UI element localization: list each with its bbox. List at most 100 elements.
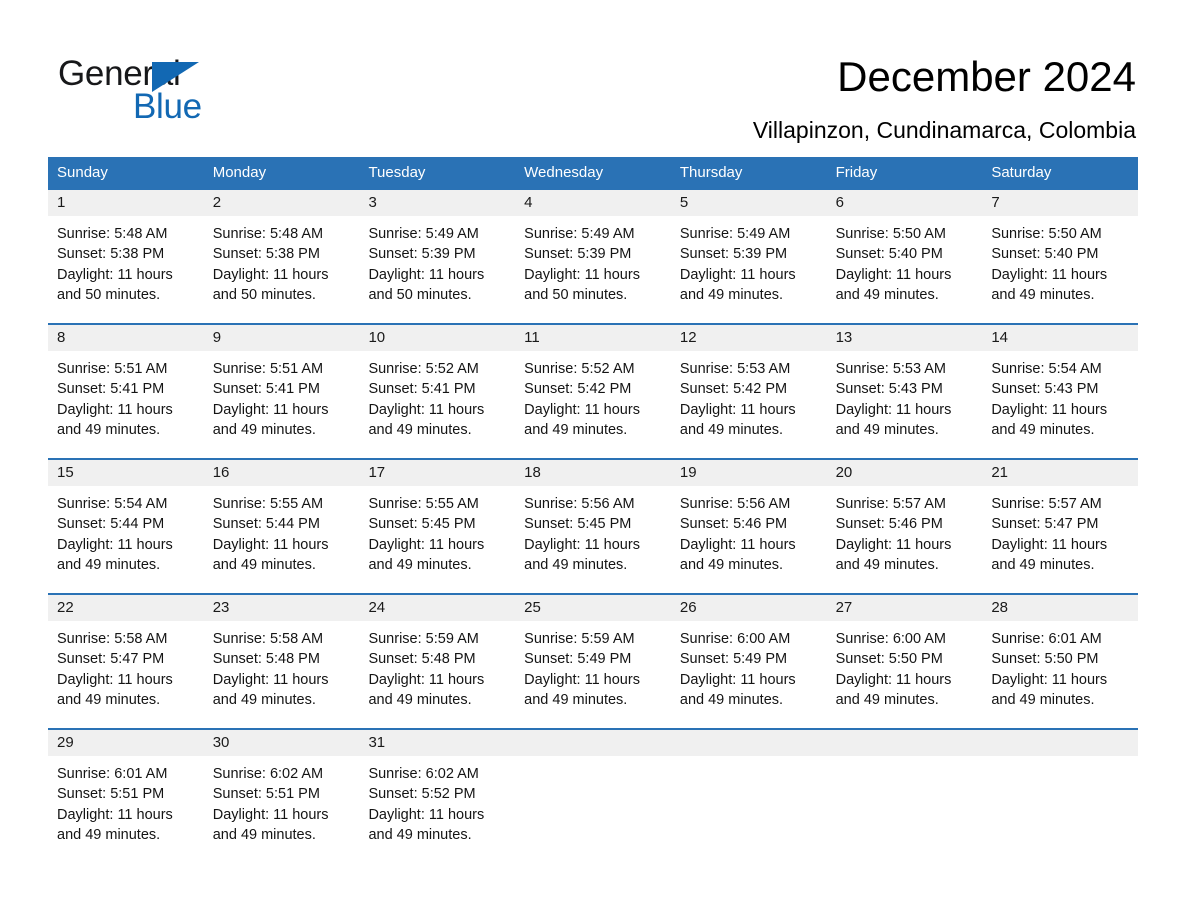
sunrise-text: Sunrise: 6:01 AM — [57, 766, 168, 782]
daylight-text-line1: Daylight: 11 hours — [57, 401, 173, 418]
day-cell[interactable]: 26 Sunrise: 6:00 AM Sunset: 5:49 PM Dayl… — [670, 595, 827, 728]
day-cell[interactable]: 29 Sunrise: 6:01 AM Sunset: 5:51 PM Dayl… — [48, 730, 204, 863]
daylight-text-line2: and 49 minutes. — [57, 691, 161, 708]
daylight-text-line2: and 49 minutes. — [368, 691, 472, 708]
day-cell[interactable]: 16 Sunrise: 5:55 AM Sunset: 5:44 PM Dayl… — [203, 460, 360, 593]
day-cell[interactable]: 30 Sunrise: 6:02 AM Sunset: 5:51 PM Dayl… — [203, 730, 360, 863]
day-cell[interactable]: 25 Sunrise: 5:59 AM Sunset: 5:49 PM Dayl… — [515, 595, 671, 728]
daylight-text-line1: Daylight: 11 hours — [368, 536, 485, 553]
day-cell[interactable]: 6 Sunrise: 5:50 AM Sunset: 5:40 PM Dayli… — [826, 190, 983, 323]
daylight-text-line2: and 49 minutes. — [368, 421, 472, 438]
day-cell-empty — [515, 730, 671, 863]
day-cell[interactable]: 31 Sunrise: 6:02 AM Sunset: 5:52 PM Dayl… — [359, 730, 516, 863]
sunset-text: Sunset: 5:49 PM — [524, 651, 632, 668]
day-cell[interactable]: 2 Sunrise: 5:48 AM Sunset: 5:38 PM Dayli… — [203, 190, 360, 323]
day-number-bar: 25 — [515, 595, 671, 621]
day-cell[interactable]: 8 Sunrise: 5:51 AM Sunset: 5:41 PM Dayli… — [48, 325, 204, 458]
sunrise-text: Sunrise: 5:53 AM — [835, 361, 947, 377]
sunset-text: Sunset: 5:51 PM — [212, 786, 320, 803]
day-details: Sunrise: 6:02 AM Sunset: 5:51 PM Dayligh… — [204, 756, 360, 845]
sunset-text: Sunset: 5:47 PM — [57, 651, 165, 668]
day-cell[interactable]: 27 Sunrise: 6:00 AM Sunset: 5:50 PM Dayl… — [826, 595, 983, 728]
weekday-header-sunday: Sunday — [57, 164, 108, 181]
day-cell[interactable]: 7 Sunrise: 5:50 AM Sunset: 5:40 PM Dayli… — [982, 190, 1139, 323]
daylight-text-line1: Daylight: 11 hours — [57, 671, 173, 688]
general-blue-logo: General Blue — [58, 54, 318, 126]
day-cell[interactable]: 14 Sunrise: 5:54 AM Sunset: 5:43 PM Dayl… — [982, 325, 1139, 458]
day-number: 11 — [524, 329, 540, 346]
sunset-text: Sunset: 5:45 PM — [368, 516, 476, 533]
daylight-text-line1: Daylight: 11 hours — [212, 806, 329, 823]
day-cell[interactable]: 15 Sunrise: 5:54 AM Sunset: 5:44 PM Dayl… — [48, 460, 204, 593]
day-cell[interactable]: 19 Sunrise: 5:56 AM Sunset: 5:46 PM Dayl… — [670, 460, 827, 593]
sunset-text: Sunset: 5:50 PM — [835, 651, 943, 668]
daylight-text-line1: Daylight: 11 hours — [57, 806, 173, 823]
sunrise-text: Sunrise: 5:59 AM — [368, 631, 479, 647]
day-number: 3 — [368, 194, 377, 211]
daylight-text-line1: Daylight: 11 hours — [212, 266, 329, 283]
day-number-bar: 9 — [203, 325, 360, 351]
week-row: 29 Sunrise: 6:01 AM Sunset: 5:51 PM Dayl… — [48, 728, 1139, 863]
day-number-bar: 10 — [359, 325, 516, 351]
day-cell[interactable]: 23 Sunrise: 5:58 AM Sunset: 5:48 PM Dayl… — [203, 595, 360, 728]
daylight-text-line2: and 49 minutes. — [524, 556, 628, 573]
daylight-text-line1: Daylight: 11 hours — [212, 671, 329, 688]
day-number: 28 — [991, 599, 1008, 616]
sunset-text: Sunset: 5:49 PM — [679, 651, 788, 668]
day-details: Sunrise: 5:59 AM Sunset: 5:48 PM Dayligh… — [359, 621, 515, 710]
day-cell[interactable]: 5 Sunrise: 5:49 AM Sunset: 5:39 PM Dayli… — [670, 190, 827, 323]
sunrise-text: Sunrise: 6:00 AM — [835, 631, 947, 647]
day-number-bar: 18 — [515, 460, 671, 486]
daylight-text-line1: Daylight: 11 hours — [368, 806, 485, 823]
sunset-text: Sunset: 5:39 PM — [524, 246, 632, 263]
daylight-text-line2: and 49 minutes. — [679, 691, 784, 708]
daylight-text-line2: and 49 minutes. — [679, 556, 784, 573]
sunset-text: Sunset: 5:48 PM — [368, 651, 476, 668]
day-details: Sunrise: 5:51 AM Sunset: 5:41 PM Dayligh… — [48, 351, 204, 440]
day-number: 16 — [212, 464, 230, 481]
sunrise-text: Sunrise: 5:54 AM — [991, 361, 1102, 377]
daylight-text-line1: Daylight: 11 hours — [991, 536, 1108, 553]
day-number-bar: 7 — [982, 190, 1139, 216]
day-cell[interactable]: 10 Sunrise: 5:52 AM Sunset: 5:41 PM Dayl… — [359, 325, 516, 458]
day-details: Sunrise: 5:58 AM Sunset: 5:47 PM Dayligh… — [48, 621, 204, 710]
day-cell[interactable]: 28 Sunrise: 6:01 AM Sunset: 5:50 PM Dayl… — [982, 595, 1139, 728]
sunset-text: Sunset: 5:47 PM — [991, 516, 1099, 533]
day-cell[interactable]: 9 Sunrise: 5:51 AM Sunset: 5:41 PM Dayli… — [203, 325, 360, 458]
day-cell[interactable]: 13 Sunrise: 5:53 AM Sunset: 5:43 PM Dayl… — [826, 325, 983, 458]
daylight-text-line1: Daylight: 11 hours — [835, 671, 952, 688]
day-cell[interactable]: 20 Sunrise: 5:57 AM Sunset: 5:46 PM Dayl… — [826, 460, 983, 593]
sunset-text: Sunset: 5:48 PM — [212, 651, 320, 668]
day-cell[interactable]: 24 Sunrise: 5:59 AM Sunset: 5:48 PM Dayl… — [359, 595, 516, 728]
day-cell[interactable]: 1 Sunrise: 5:48 AM Sunset: 5:38 PM Dayli… — [48, 190, 204, 323]
day-number: 31 — [368, 734, 386, 751]
day-number-bar: 21 — [982, 460, 1139, 486]
day-number-bar: 6 — [826, 190, 983, 216]
day-cell[interactable]: 21 Sunrise: 5:57 AM Sunset: 5:47 PM Dayl… — [982, 460, 1139, 593]
day-cell[interactable]: 11 Sunrise: 5:52 AM Sunset: 5:42 PM Dayl… — [515, 325, 671, 458]
sunset-text: Sunset: 5:45 PM — [524, 516, 632, 533]
day-cell[interactable]: 17 Sunrise: 5:55 AM Sunset: 5:45 PM Dayl… — [359, 460, 516, 593]
day-number: 19 — [679, 464, 697, 481]
daylight-text-line2: and 49 minutes. — [991, 421, 1095, 438]
sunset-text: Sunset: 5:44 PM — [57, 516, 165, 533]
day-cell[interactable]: 22 Sunrise: 5:58 AM Sunset: 5:47 PM Dayl… — [48, 595, 204, 728]
day-number: 7 — [991, 194, 1000, 211]
day-cell[interactable]: 3 Sunrise: 5:49 AM Sunset: 5:39 PM Dayli… — [359, 190, 516, 323]
week-row: 22 Sunrise: 5:58 AM Sunset: 5:47 PM Dayl… — [48, 593, 1139, 728]
sunset-text: Sunset: 5:40 PM — [991, 246, 1099, 263]
day-cell[interactable]: 4 Sunrise: 5:49 AM Sunset: 5:39 PM Dayli… — [515, 190, 671, 323]
daylight-text-line2: and 49 minutes. — [57, 421, 161, 438]
day-number: 13 — [835, 329, 853, 346]
day-cell[interactable]: 12 Sunrise: 5:53 AM Sunset: 5:42 PM Dayl… — [670, 325, 827, 458]
day-details: Sunrise: 5:53 AM Sunset: 5:42 PM Dayligh… — [671, 351, 827, 440]
daylight-text-line1: Daylight: 11 hours — [835, 266, 952, 283]
daylight-text-line2: and 49 minutes. — [679, 286, 784, 303]
day-cell-empty — [982, 730, 1139, 863]
day-number-bar: 26 — [670, 595, 827, 621]
day-details: Sunrise: 5:48 AM Sunset: 5:38 PM Dayligh… — [204, 216, 360, 305]
day-number-bar: 16 — [203, 460, 360, 486]
daylight-text-line1: Daylight: 11 hours — [212, 401, 329, 418]
sunset-text: Sunset: 5:43 PM — [991, 381, 1099, 398]
day-cell[interactable]: 18 Sunrise: 5:56 AM Sunset: 5:45 PM Dayl… — [515, 460, 671, 593]
